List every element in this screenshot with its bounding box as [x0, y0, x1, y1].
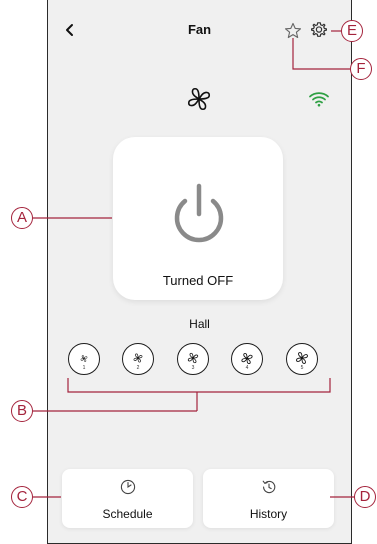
fan-icon [184, 84, 214, 114]
schedule-label: Schedule [102, 507, 153, 521]
power-icon [174, 183, 224, 243]
fan-icon [187, 352, 199, 364]
power-toggle-card[interactable]: Turned OFF [113, 137, 283, 300]
fan-icon [133, 353, 143, 363]
fan-icon [80, 354, 88, 362]
speed-button-2[interactable]: 2 [122, 343, 154, 375]
fan-icon [241, 352, 253, 364]
speed-label: 4 [245, 365, 249, 371]
speed-label: 5 [300, 365, 304, 371]
screenshot: Fan Turned OFF Hall 1 2 3 4 5 Schedule H… [0, 0, 377, 544]
clock-icon [120, 479, 135, 495]
gear-icon [311, 22, 327, 37]
schedule-button[interactable]: Schedule [62, 469, 193, 528]
callout-c: C [11, 486, 33, 508]
speed-button-4[interactable]: 4 [231, 343, 263, 375]
speed-button-3[interactable]: 3 [177, 343, 209, 375]
wifi-icon [308, 90, 330, 108]
speed-label: 2 [136, 365, 140, 371]
power-status-label: Turned OFF [162, 273, 234, 288]
page-title: Fan [187, 22, 212, 37]
speed-button-1[interactable]: 1 [68, 343, 100, 375]
callout-f: F [350, 58, 372, 80]
callout-b: B [11, 400, 33, 422]
favorite-button[interactable] [283, 21, 303, 41]
callout-a: A [11, 207, 33, 229]
fan-icon [296, 352, 308, 364]
star-outline-icon [284, 22, 302, 39]
history-icon [262, 480, 275, 494]
speed-button-5[interactable]: 5 [286, 343, 318, 375]
speed-label: 3 [191, 365, 195, 371]
settings-button[interactable] [309, 20, 329, 40]
fan-control-screen: Fan Turned OFF Hall 1 2 3 4 5 Schedule H… [47, 0, 352, 544]
history-label: History [249, 507, 288, 521]
callout-e: E [341, 20, 363, 42]
speed-label: 1 [82, 365, 86, 371]
callout-d: D [354, 486, 376, 508]
history-button[interactable]: History [203, 469, 334, 528]
room-label: Hall [189, 317, 210, 331]
